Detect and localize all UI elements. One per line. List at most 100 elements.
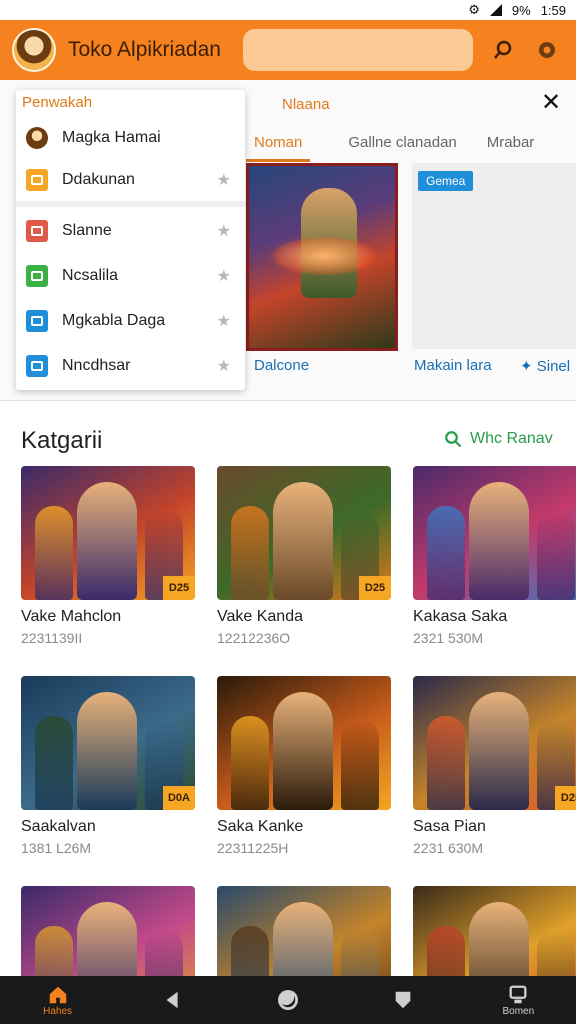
game-card[interactable]: Saka Kanke 22311225H [217,676,391,856]
game-card[interactable]: D25 Vake Kanda 12212236O [217,466,391,646]
side-link-1[interactable]: Makain lara [414,357,492,374]
nav-home-circle[interactable] [258,988,318,1012]
placeholder-badge: Gemea [418,171,474,191]
game-name: Kakasa Saka [413,608,508,625]
dropdown-title: Penwakah [22,94,93,111]
game-card[interactable]: D0A Saakalvan 1381 L26M [21,676,195,856]
thumbnail-character-art [35,506,73,600]
tab-mrabar[interactable]: Mrabar [479,128,543,162]
game-name: Sasa Pian [413,818,486,835]
game-card[interactable]: D25 Sasa Pian 2231 630M [413,676,576,856]
back-icon [166,991,178,1009]
app-header: Toko Alpikriadan [0,20,576,80]
dropdown-item-label: Mgkabla Daga [62,312,166,329]
dropdown-item-slanne[interactable]: Slanne ★ [16,209,245,253]
view-all-label: Whc Ranav [470,430,553,447]
tab-bar: Noman Gallne clanadan Mrabar [246,128,576,162]
game-name: Vake Kanda [217,608,303,625]
dropdown-item-label: Magka Hamai [62,129,161,146]
dropdown-item-label: Ncsalila [62,267,119,284]
avatar-icon [26,127,48,149]
side-link-2-label: Sinel [536,358,571,375]
clock: 1:59 [540,2,566,18]
panel-header-label: Nlaana [282,96,330,113]
side-link-2[interactable]: ✦ Sinel [520,357,570,375]
game-thumbnail: D25 [21,466,195,600]
app-title: Toko Alpikriadan [68,38,221,61]
game-card[interactable]: D25 Vake Mahclon 2231139II [21,466,195,646]
circle-icon [277,990,298,1010]
thumbnail-hero-art [77,482,137,600]
box-icon [26,355,48,377]
thumbnail-character-art [35,716,73,810]
dropdown-item-label: Slanne [62,222,112,239]
game-meta: 22311225H [217,840,289,856]
thumbnail-hero-art [469,692,529,810]
section-title: Katgarii [21,427,103,454]
game-card[interactable]: Kakasa Saka 2321 530M [413,466,576,646]
star-icon[interactable]: ★ [217,356,231,376]
wifi-icon: ⚙ [468,2,480,17]
nav-home-label: Hahes [43,1005,73,1017]
search-input[interactable] [242,29,473,71]
game-thumbnail: D25 [413,676,576,810]
nav-profile-label: Bomen [502,1005,535,1017]
section-divider [0,400,576,401]
thumbnail-character-art [341,720,379,810]
shield-icon [395,991,411,1009]
image-icon [26,265,48,287]
dropdown-item-label: Ddakunan [62,171,135,188]
user-icon [509,985,527,1003]
folder-icon [26,169,48,191]
game-thumbnail [217,676,391,810]
game-meta: 12212236O [217,630,291,646]
thumbnail-character-art [537,510,575,600]
dropdown-item-label: Nncdhsar [62,357,131,374]
dropdown-item-nncdhsar[interactable]: Nncdhsar ★ [16,344,245,388]
close-icon[interactable]: ✕ [538,90,564,116]
game-meta: 2231 630M [413,840,484,856]
dropdown-item-ncsalila[interactable]: Ncsalila ★ [16,254,245,298]
nav-shield[interactable] [373,989,433,1011]
search-icon[interactable] [489,36,517,64]
signal-icon [489,4,502,16]
dropdown-item-ddakunan[interactable]: Ddakunan ★ [16,158,245,202]
game-badge: D0A [163,786,195,810]
dropdown-item-mgkabla[interactable]: Mgkabla Daga ★ [16,299,245,343]
nav-profile[interactable]: Bomen [488,984,548,1017]
nav-back[interactable] [143,989,203,1011]
game-meta: 1381 L26M [21,840,92,856]
thumbnail-hero-art [273,692,333,810]
featured-game-label[interactable]: Dalcone [254,357,309,374]
settings-icon[interactable] [533,36,561,64]
game-badge: D25 [359,576,391,600]
card-icon [26,220,48,242]
game-name: Saka Kanke [217,818,304,835]
dropdown-separator [16,201,245,207]
view-all-link[interactable]: Whc Ranav [444,430,553,448]
thumbnail-character-art [231,716,269,810]
game-meta: 2231139II [21,630,83,646]
thumbnail-hero-art [273,482,333,600]
game-thumbnail [413,466,576,600]
tab-gallne[interactable]: Gallne clanadan [340,128,464,162]
thumbnail-character-art [427,506,465,600]
thumbnail-hero-art [469,482,529,600]
nav-home[interactable]: Hahes [28,984,88,1017]
status-bar: ⚙ 9% 1:59 [0,0,576,20]
star-icon[interactable]: ★ [217,311,231,331]
thumbnail-character-art [427,716,465,810]
featured-game-card[interactable] [246,163,398,351]
dropdown-menu: Penwakah Magka Hamai Ddakunan ★ Slanne ★… [16,90,245,390]
tab-noman[interactable]: Noman [246,128,311,162]
thumbnail-hero-art [77,692,137,810]
star-icon[interactable]: ★ [217,221,231,241]
game-name: Vake Mahclon [21,608,122,625]
featured-glow-art [269,236,379,276]
game-meta: 2321 530M [413,630,484,646]
star-icon[interactable]: ★ [217,170,231,190]
star-icon[interactable]: ★ [217,266,231,286]
game-thumbnail: D25 [217,466,391,600]
dropdown-item-profile[interactable]: Magka Hamai [16,116,245,160]
game-badge: D25 [163,576,195,600]
